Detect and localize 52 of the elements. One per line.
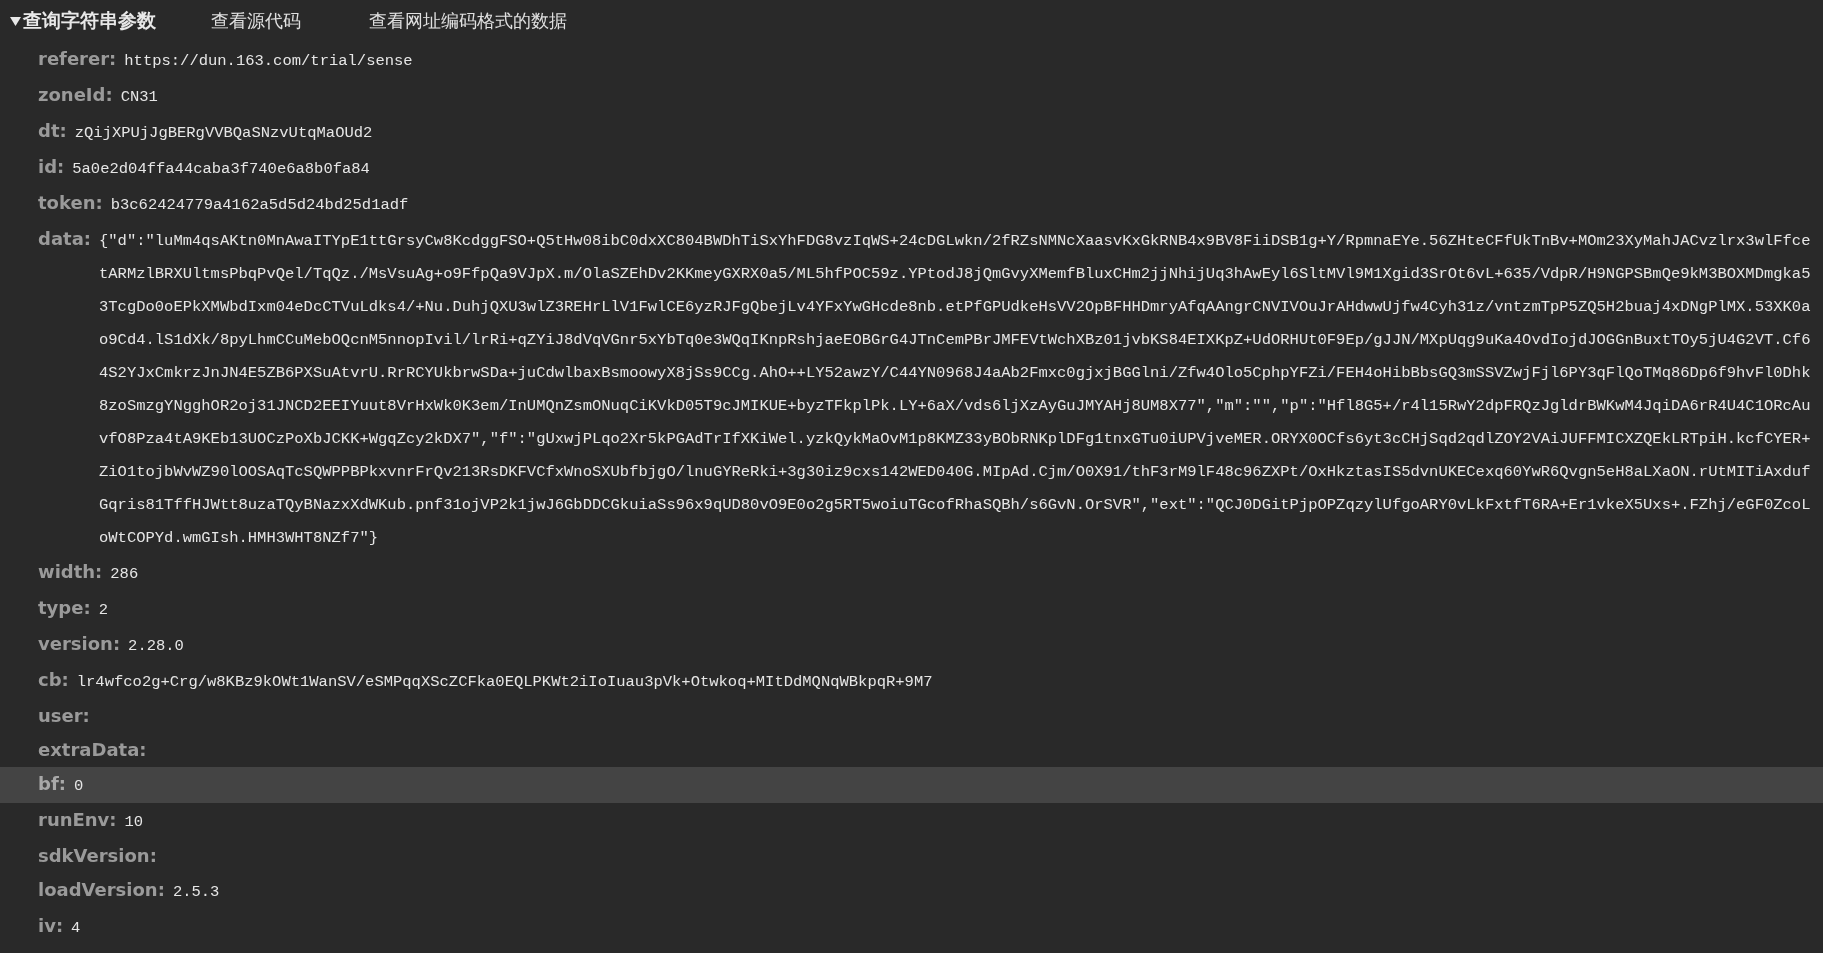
param-row[interactable]: dt: zQijXPUjJgBERgVVBQaSNzvUtqMaOUd2 [0, 114, 1823, 150]
section-title: 查询字符串参数 [23, 8, 156, 33]
param-row[interactable]: zoneId: CN31 [0, 78, 1823, 114]
param-key: loadVersion: [38, 873, 165, 907]
param-row[interactable]: loadVersion: 2.5.3 [0, 873, 1823, 909]
param-key: version: [38, 627, 121, 661]
param-key: data: [38, 222, 91, 256]
view-link[interactable]: 查看源代码 [211, 9, 301, 33]
param-value: 4 [71, 918, 82, 939]
view-link[interactable]: 查看网址编码格式的数据 [369, 9, 567, 33]
param-key: width: [38, 555, 103, 589]
triangle-icon [10, 16, 21, 26]
param-row[interactable]: runEnv: 10 [0, 803, 1823, 839]
param-value: 0 [73, 776, 85, 797]
param-value: {"d":"luMm4qsAKtn0MnAwaITYpE1ttGrsyCw8KcdggFSO+Q5tHw08ibC0dxXC804BWDhTiSxYhFDG8vzIqWS+24cDGLwkn/2fRZsNMNcXaasvKxGkRNB4x9BV8FiiDSB1g+Y/RpmnaEYe.56ZHteCFfUkTnBv+MOm23XyMahJACvzlrx3wlFfcetARMzlBRXUltmsPbqPvQel/TqQz./MsVsuAg+o9FfpQa9VJpX.m/OlaSZEhDv2KKmeyGXRX0a5/ML5hfPOC59z.YPtodJ8jQmGvyXMemfBluxCHm2jjNhijUq3hAwEyl6SltMVl9M1Xgid3SrOt6vL+635/VdpR/H9NGPSBmQe9kM3BOXMDmgka53TcgDo0oEPkXMWbdIxm04eDcCTVuLdks4/+Nu.DuhjQXU3wlZ3REHrLlV1FwlCE6yzRJFgQbejLv4YFxYwGHcde8nb.etPfGPUdkeHsVV2OpBFHHDmryAfqAAngrCNVIVOuJrAHdwwUjfw4Cyh31z/vntzmTpP5ZQ5H2buaj4xDNgPlMX.53XK0ao9Cd4.lS1dXk/8pyLhmCCuMebOQcnM5nnopIvil/lrRi+qZYiJ8dVqVGnr5xYbTq0e3WQqIKnpRshjaeEOBGrG4JTnCemPBrJMFEVtWchXBz01jvbKS84EIXKpZ+UdORHUt0F9Ep/gJJN/MXpUqg9uKa4OvdIojdJOGGnBuxtTOy5jU4G2VT.Cf64S2YJxCmkrzJnJN4E5ZB6PXSuAtvrU.RrRCYUkbrwSDa+juCdwlbaxBsmoowyX8jSs9CCg.AhO++LY52awzY/C44YN0968J4aAb2Fmxc0gjxjBGGlni/Zfw4Olo5CphpYFZi/FEH4oHibBbsGQ3mSSVZwjFjl6PY3qFlQoTMq86Dp6f9hvFl0Dhk8zoSmzgYNgghOR2oj31JNCD2EEIYuut8VrHxWk0K3em/InUMQnZsmONuqCiKVkD05T9cJMIKUE+byzTFkplPk.LY+6aX/vds6ljXzAyGuJMYAHj8UM8X77","m":"","p":"Hfl8G5+/r4l15RwY2dpFRQzJgldrBWKwM4JqiDA6rR4U4C1ORcAuvfO8Pza4tA9KEb13UOCzPoXbJCKK+WgqZcy2kDX7","f":"gUxwjPLqo2Xr5kPGAdTrIfXKiWel.yzkQykMaOvM1p8KMZ33yBObRNKplDFg1tnxGTu0iUPVjveMER.ORYX0OCfs6yt3cCHjSqd2qdlZOY2VAiJUFFMICXZQEkLRTpiH.kcfCYER+ZiO1tojbWvWZ90lOOSAqTcSQWPPBPkxvnrFrQv213RsDKFVCfxWnoSXUbfbjgO/lnuGYReRki+3g30iz9cxs142WED040G.MIpAd.Cjm/O0X91/thF3rM9lF48c96ZXPt/OxHkztasIS5dvnUKECexq60YwR6Qvgn5eH8aLXaON.rUtMITiAxdufGqris81TffHJWtt8uzaTQyBNazxXdWKub.pnf31ojVP2k1jwJ6GbDDCGkuiaSs96x9qUD80vO9E0o2g5RT5woiuTGcofRhaSQBh/s6GvN.OrSVR","ext":"QCJ0DGitPjpOPZqzylUfgoARY0vLkFxtfT6RA+Er1vkeX5Uxs+.FZhj/eGF0ZcoLoWtCOPYd.wmGIsh.HMH3WHT8NZf7"} [99, 231, 1812, 549]
param-key: iv: [38, 909, 64, 943]
param-key: user: [38, 699, 90, 733]
param-value: zQijXPUjJgBERgVVBQaSNzvUtqMaOUd2 [74, 123, 374, 144]
param-key: token: [38, 186, 103, 220]
param-row[interactable]: extraData: [0, 733, 1823, 767]
param-row[interactable]: width: 286 [0, 555, 1823, 591]
param-value: 2.28.0 [128, 636, 185, 657]
param-key: sdkVersion: [38, 839, 157, 873]
param-row[interactable]: sdkVersion: [0, 839, 1823, 873]
param-row[interactable]: cb: lr4wfco2g+Crg/w8KBz9kOWt1WanSV/eSMPqqXScZCFka0EQLPKWt2iIoIuau3pVk+Otwkoq+MItDdMQNqWBkpqR+9M7 [0, 663, 1823, 699]
param-value: b3c62424779a4162a5d5d24bd25d1adf [110, 195, 410, 216]
param-key: runEnv: [38, 803, 117, 837]
param-key: zoneId: [38, 78, 113, 112]
param-key: type: [38, 591, 91, 625]
param-value: 10 [124, 812, 145, 833]
param-row[interactable]: token: b3c62424779a4162a5d5d24bd25d1adf [0, 186, 1823, 222]
param-key: extraData: [38, 733, 147, 767]
section-toggle[interactable]: 查询字符串参数 [0, 8, 156, 34]
param-row[interactable]: type: 2 [0, 591, 1823, 627]
param-row[interactable]: bf: 0 [0, 767, 1823, 803]
param-value: 2 [98, 600, 109, 621]
param-row[interactable]: id: 5a0e2d04ffa44caba3f740e6a8b0fa84 [0, 150, 1823, 186]
param-key: bf: [38, 767, 66, 801]
param-key: dt: [38, 114, 67, 148]
param-value: 286 [110, 564, 140, 585]
param-row[interactable]: user: [0, 699, 1823, 733]
param-value: 2.5.3 [172, 882, 221, 903]
param-row[interactable]: referer: https://dun.163.com/trial/sense [0, 42, 1823, 78]
param-value: CN31 [120, 87, 159, 108]
param-value: https://dun.163.com/trial/sense [124, 51, 414, 72]
param-key: id: [38, 150, 65, 184]
param-row[interactable]: iv: 4 [0, 909, 1823, 945]
param-value: lr4wfco2g+Crg/w8KBz9kOWt1WanSV/eSMPqqXScZCFka0EQLPKWt2iIoIuau3pVk+Otwkoq+MItDdMQNqWBkpqR+9M7 [76, 672, 934, 693]
param-row[interactable]: version: 2.28.0 [0, 627, 1823, 663]
param-value: 5a0e2d04ffa44caba3f740e6a8b0fa84 [72, 159, 371, 180]
param-key: cb: [38, 663, 69, 697]
param-key: referer: [38, 42, 117, 76]
